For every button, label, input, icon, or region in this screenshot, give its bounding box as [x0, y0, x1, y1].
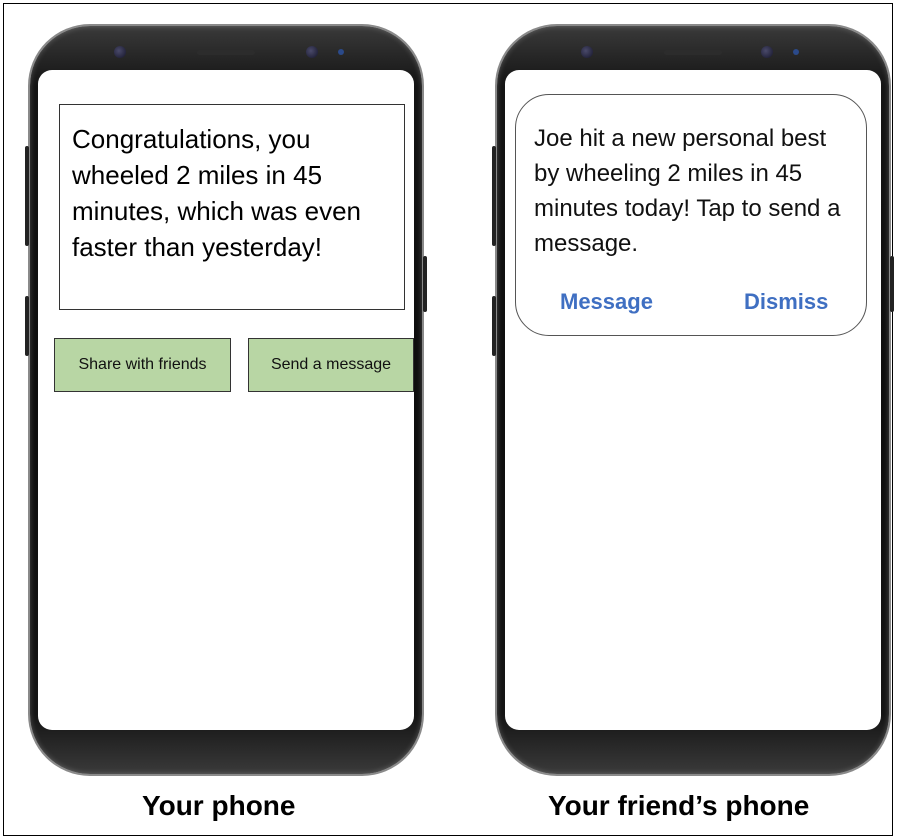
iris-camera-icon	[761, 46, 773, 58]
volume-button	[25, 146, 29, 246]
your-phone-screen: Congratulations, you wheeled 2 miles in …	[38, 70, 414, 730]
front-camera-icon	[114, 46, 126, 58]
sensor-icon	[338, 49, 344, 55]
congratulations-message: Congratulations, you wheeled 2 miles in …	[59, 104, 405, 310]
earpiece-speaker	[664, 50, 722, 55]
volume-button	[492, 146, 496, 246]
friend-phone: Joe hit a new personal best by wheeling …	[492, 26, 894, 774]
bixby-button	[492, 296, 496, 356]
earpiece-speaker	[197, 50, 255, 55]
front-camera-icon	[581, 46, 593, 58]
power-button	[890, 256, 894, 312]
iris-camera-icon	[306, 46, 318, 58]
your-phone-caption: Your phone	[142, 790, 296, 821]
sensor-icon	[793, 49, 799, 55]
dismiss-button[interactable]: Dismiss	[744, 289, 828, 315]
bixby-button	[25, 296, 29, 356]
send-a-message-button[interactable]: Send a message	[248, 338, 414, 392]
your-phone: Congratulations, you wheeled 2 miles in …	[25, 26, 427, 774]
notification-card[interactable]: Joe hit a new personal best by wheeling …	[515, 94, 867, 336]
notification-text: Joe hit a new personal best by wheeling …	[534, 125, 841, 257]
friend-phone-caption: Your friend’s phone	[548, 790, 810, 821]
friend-phone-screen: Joe hit a new personal best by wheeling …	[505, 70, 881, 730]
power-button	[423, 256, 427, 312]
message-button[interactable]: Message	[560, 289, 653, 315]
share-with-friends-button[interactable]: Share with friends	[54, 338, 231, 392]
